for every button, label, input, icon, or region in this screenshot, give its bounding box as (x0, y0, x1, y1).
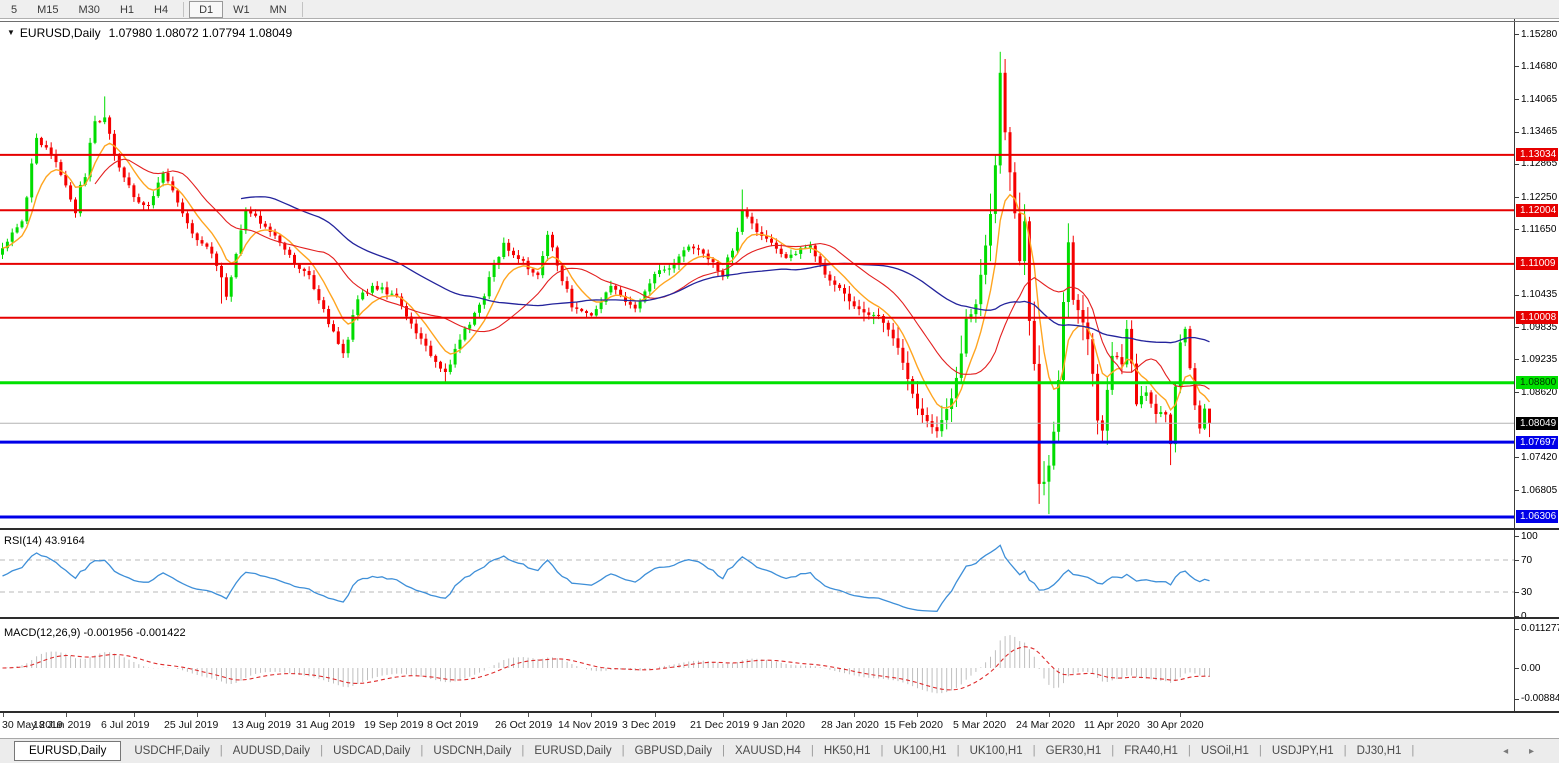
chart-tab-usdcnh-daily[interactable]: USDCNH,Daily (424, 742, 520, 760)
date-axis[interactable]: 30 May 201918 Jun 20196 Jul 201925 Jul 2… (0, 713, 1559, 738)
chart-tab-usoil-h1[interactable]: USOil,H1 (1192, 742, 1258, 760)
chart-title: ▼ EURUSD,Daily 1.07980 1.08072 1.07794 1.0… (7, 26, 292, 40)
price-badge: 1.08049 (1516, 417, 1558, 430)
chart-dropdown-icon[interactable]: ▼ (7, 28, 15, 37)
price-tick: 1.06805 (1521, 484, 1557, 497)
timeframe-button-5[interactable]: 5 (1, 1, 27, 18)
macd-layer (3, 635, 1210, 693)
timeframe-button-mn[interactable]: MN (260, 1, 297, 18)
date-label: 9 Jan 2020 (753, 719, 805, 731)
candles-layer (1, 52, 1211, 514)
rsi-tick: 70 (1521, 554, 1532, 567)
macd-tick: 0.00 (1521, 662, 1540, 675)
tab-scroll-arrows[interactable]: ◂ ▸ (1503, 746, 1543, 757)
macd-indicator-label: MACD(12,26,9) -0.001956 -0.001422 (4, 627, 186, 639)
timeframe-button-d1[interactable]: D1 (189, 1, 223, 18)
price-badge: 1.13034 (1516, 148, 1558, 161)
rsi-indicator-label: RSI(14) 43.9164 (4, 535, 85, 547)
price-badge: 1.12004 (1516, 204, 1558, 217)
date-label: 5 Mar 2020 (953, 719, 1006, 731)
hlines-layer (0, 155, 1514, 517)
price-tick: 1.14680 (1521, 60, 1557, 73)
chart-tab-ger30-h1[interactable]: GER30,H1 (1037, 742, 1111, 760)
chart-top-border (0, 21, 1559, 22)
price-tick: 1.12250 (1521, 191, 1557, 204)
price-badge: 1.11009 (1516, 257, 1558, 270)
date-label: 21 Dec 2019 (690, 719, 750, 731)
chart-tab-dj30-h1[interactable]: DJ30,H1 (1348, 742, 1411, 760)
date-label: 26 Oct 2019 (495, 719, 552, 731)
toolbar-separator (302, 2, 303, 17)
chart-tabbar: EURUSD,DailyUSDCHF,Daily|AUDUSD,Daily|US… (0, 738, 1559, 763)
macd-tick: 0.011277 (1521, 622, 1559, 635)
date-label: 24 Mar 2020 (1016, 719, 1075, 731)
date-label: 28 Jan 2020 (821, 719, 879, 731)
date-label: 25 Jul 2019 (164, 719, 218, 731)
date-label: 19 Sep 2019 (364, 719, 424, 731)
chart-tab-eurusd-daily[interactable]: EURUSD,Daily (14, 741, 121, 761)
date-label: 18 Jun 2019 (33, 719, 91, 731)
pane-separator-main-rsi[interactable] (0, 528, 1559, 530)
price-axis[interactable]: 1.152801.146801.140651.134651.128651.122… (1514, 19, 1559, 713)
date-label: 30 Apr 2020 (1147, 719, 1204, 731)
macd-tick: -0.00884 (1521, 692, 1559, 705)
price-badge: 1.10008 (1516, 311, 1558, 324)
price-tick: 1.11650 (1521, 223, 1556, 236)
mt4-window: 5M15M30H1H4 D1W1MN ▼ EURUSD,Daily 1.07980 1… (0, 0, 1559, 763)
chart-tab-hk50-h1[interactable]: HK50,H1 (815, 742, 880, 760)
toolbar-separator (183, 2, 184, 17)
tab-divider: | (1410, 745, 1415, 757)
chart-tab-gbpusd-daily[interactable]: GBPUSD,Daily (626, 742, 721, 760)
rsi-tick: 100 (1521, 530, 1538, 543)
timeframe-button-m30[interactable]: M30 (69, 1, 110, 18)
date-label: 14 Nov 2019 (558, 719, 618, 731)
chart-tab-xauusd-h4[interactable]: XAUUSD,H4 (726, 742, 810, 760)
timeframe-button-h1[interactable]: H1 (110, 1, 144, 18)
date-label: 6 Jul 2019 (101, 719, 149, 731)
price-tick: 1.09235 (1521, 353, 1557, 366)
price-tick: 1.07420 (1521, 451, 1557, 464)
price-chart[interactable] (0, 0, 1514, 713)
timeframe-button-m15[interactable]: M15 (27, 1, 68, 18)
date-label: 15 Feb 2020 (884, 719, 943, 731)
chart-tab-uk100-h1[interactable]: UK100,H1 (885, 742, 956, 760)
chart-tab-uk100-h1[interactable]: UK100,H1 (961, 742, 1032, 760)
date-label: 8 Oct 2019 (427, 719, 478, 731)
price-tick: 1.10435 (1521, 288, 1557, 301)
date-label: 11 Apr 2020 (1084, 719, 1140, 731)
price-tick: 1.15280 (1521, 28, 1557, 41)
rsi-line (3, 545, 1210, 611)
symbol-period-label: EURUSD,Daily (20, 26, 101, 40)
timeframe-button-h4[interactable]: H4 (144, 1, 178, 18)
chart-tab-usdcad-daily[interactable]: USDCAD,Daily (324, 742, 419, 760)
chart-tab-usdchf-daily[interactable]: USDCHF,Daily (125, 742, 218, 760)
price-tick: 1.14065 (1521, 93, 1557, 106)
date-label: 3 Dec 2019 (622, 719, 676, 731)
date-label: 31 Aug 2019 (296, 719, 355, 731)
chart-tab-usdjpy-h1[interactable]: USDJPY,H1 (1263, 742, 1343, 760)
pane-separator-rsi-macd[interactable] (0, 617, 1559, 619)
ohlc-values: 1.07980 1.08072 1.07794 1.08049 (109, 26, 293, 40)
timeframe-toolbar: 5M15M30H1H4 D1W1MN (0, 0, 1559, 19)
chart-tab-audusd-daily[interactable]: AUDUSD,Daily (224, 742, 319, 760)
chart-tab-fra40-h1[interactable]: FRA40,H1 (1115, 742, 1187, 760)
timeframe-button-w1[interactable]: W1 (223, 1, 260, 18)
chart-tab-eurusd-daily[interactable]: EURUSD,Daily (525, 742, 620, 760)
price-tick: 1.13465 (1521, 125, 1557, 138)
date-label: 13 Aug 2019 (232, 719, 291, 731)
price-badge: 1.06306 (1516, 510, 1558, 523)
price-badge: 1.07697 (1516, 436, 1558, 449)
price-badge: 1.08800 (1516, 376, 1558, 389)
rsi-layer (3, 545, 1210, 611)
rsi-tick: 0 (1521, 610, 1527, 623)
mid-ma-line (95, 159, 1210, 389)
rsi-tick: 30 (1521, 586, 1532, 599)
